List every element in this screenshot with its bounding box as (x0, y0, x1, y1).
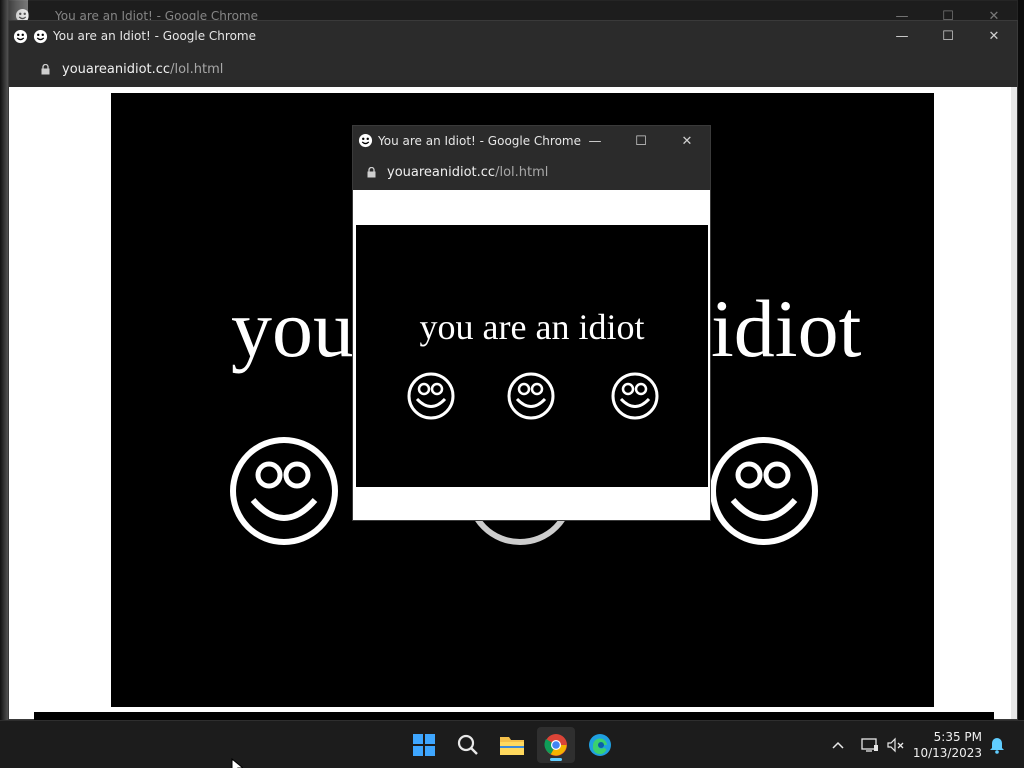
network-icon (861, 738, 878, 752)
network-button[interactable] (858, 721, 882, 768)
scrollbar[interactable] (1011, 87, 1017, 719)
search-button[interactable] (449, 727, 487, 763)
address-bar[interactable]: youareanidiot.cc/lol.html (9, 53, 1017, 87)
url-text[interactable]: youareanidiot.cc/lol.html (387, 165, 548, 180)
bell-icon (990, 738, 1004, 754)
url-path: /lol.html (170, 62, 224, 77)
url-host: youareanidiot.cc (387, 165, 496, 180)
ghost-window-bottom (34, 712, 994, 720)
file-explorer-button[interactable] (493, 727, 531, 763)
clock[interactable]: 5:35 PM 10/13/2023 (913, 729, 982, 761)
notifications-button[interactable] (986, 721, 1008, 768)
taskbar: 5:35 PM 10/13/2023 (0, 720, 1024, 768)
show-hidden-icons-button[interactable] (826, 721, 850, 768)
page-content: you are an idiot (356, 225, 708, 487)
desktop: You are an Idiot! - Google Chrome — ☐ ✕ … (0, 0, 1024, 768)
smiley-icon (611, 372, 659, 420)
chrome-button[interactable] (537, 727, 575, 763)
window-title: You are an Idiot! - Google Chrome (378, 134, 581, 148)
active-indicator (550, 758, 562, 761)
smiley-icon (33, 29, 48, 44)
clock-date: 10/13/2023 (912, 746, 982, 760)
smiley-icon (407, 372, 455, 420)
url-host: youareanidiot.cc (62, 62, 171, 77)
start-button[interactable] (405, 727, 443, 763)
file-explorer-icon (500, 737, 524, 755)
smiley-icon (13, 29, 28, 44)
close-button[interactable]: ✕ (664, 126, 710, 156)
lock-icon (41, 64, 50, 75)
start-icon (413, 734, 435, 756)
page-heading-left: you (231, 283, 354, 374)
maximize-button[interactable]: ☐ (925, 21, 971, 51)
minimize-button[interactable]: — (572, 126, 618, 156)
smiley-icon (230, 437, 338, 545)
page-heading: you are an idiot (419, 307, 645, 347)
url-path: /lol.html (495, 165, 549, 180)
maximize-button[interactable]: ☐ (618, 126, 664, 156)
volume-muted-icon (887, 737, 904, 753)
smiley-icon (358, 133, 373, 148)
window-title: You are an Idiot! - Google Chrome (53, 29, 256, 43)
smiley-icon (507, 372, 555, 420)
url-text[interactable]: youareanidiot.cc/lol.html (62, 62, 223, 77)
search-icon (457, 734, 478, 755)
minimize-button[interactable]: — (879, 21, 925, 51)
page-heading-right: idiot (711, 283, 862, 374)
address-bar[interactable]: youareanidiot.cc/lol.html (353, 156, 710, 190)
browser-window-popup[interactable]: You are an Idiot! - Google Chrome — ☐ ✕ … (352, 125, 711, 521)
smiley-icon (710, 437, 818, 545)
close-button[interactable]: ✕ (971, 21, 1017, 51)
chrome-icon (544, 734, 567, 756)
chevron-up-icon (832, 741, 844, 749)
clock-time: 5:35 PM (933, 730, 982, 744)
edge-icon (589, 734, 611, 756)
lock-icon (367, 167, 376, 178)
edge-button[interactable] (581, 727, 619, 763)
volume-button[interactable] (884, 721, 908, 768)
mouse-cursor-icon (231, 758, 243, 768)
